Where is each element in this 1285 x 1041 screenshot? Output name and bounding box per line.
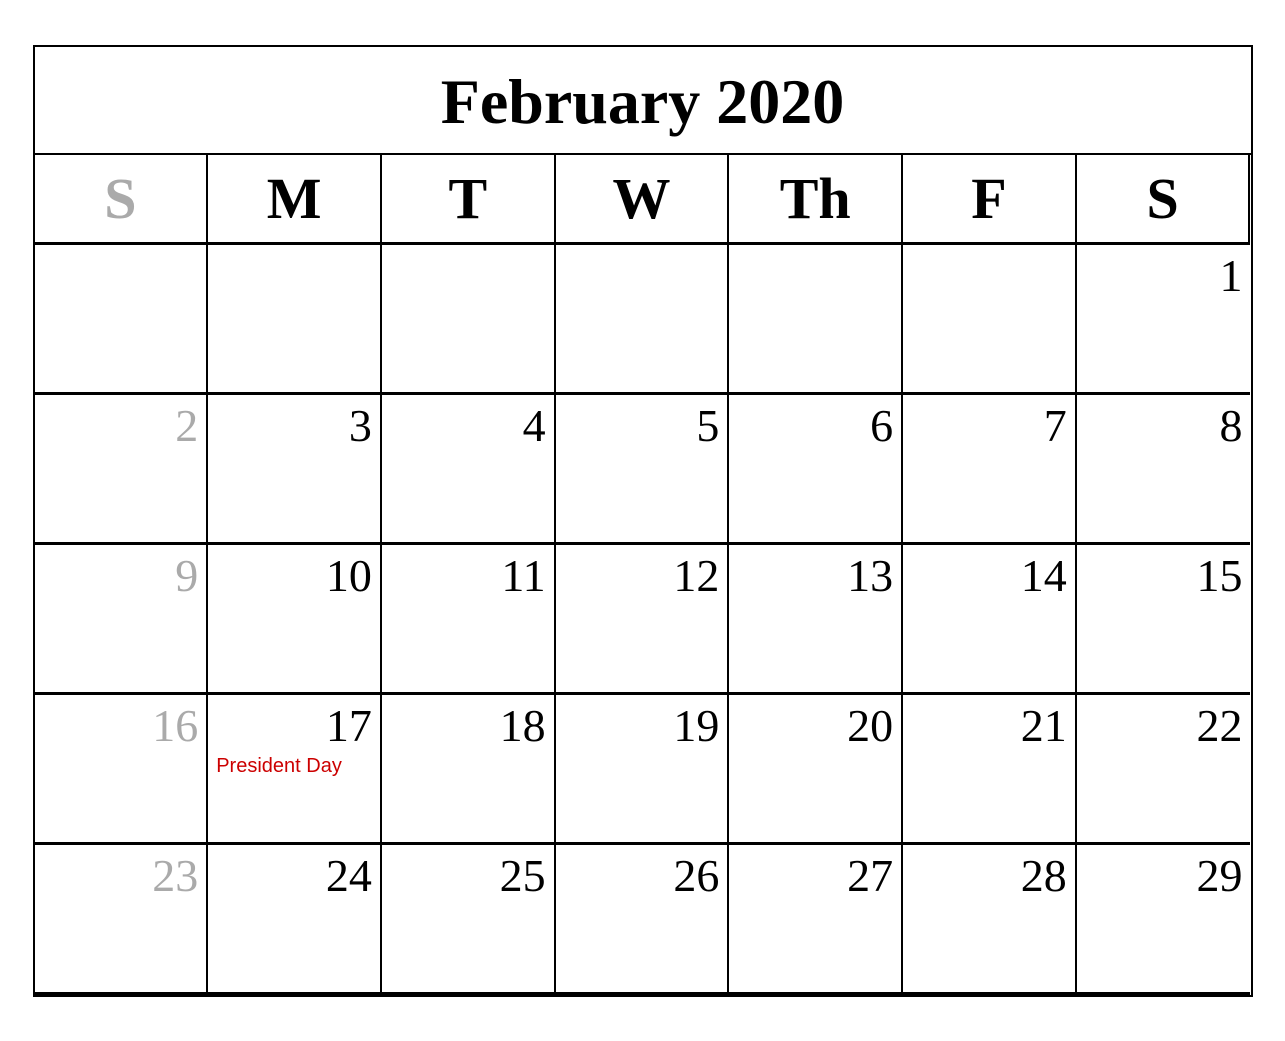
president-day-event: President Day: [216, 755, 372, 778]
header-wednesday: W: [556, 155, 730, 245]
day-number: 5: [564, 401, 720, 452]
day-cell-5[interactable]: 5: [556, 395, 730, 545]
day-number: 17: [216, 701, 372, 752]
day-number: 24: [216, 851, 372, 902]
day-cell[interactable]: [382, 245, 556, 395]
day-number: 20: [737, 701, 893, 752]
day-number: 26: [564, 851, 720, 902]
day-number: 27: [737, 851, 893, 902]
day-cell-23[interactable]: 23: [35, 845, 209, 995]
day-number: 23: [43, 851, 199, 902]
day-cell-16[interactable]: 16: [35, 695, 209, 845]
day-number: 10: [216, 551, 372, 602]
day-cell-15[interactable]: 15: [1077, 545, 1251, 695]
day-cell-22[interactable]: 22: [1077, 695, 1251, 845]
day-cell[interactable]: [208, 245, 382, 395]
day-cell-28[interactable]: 28: [903, 845, 1077, 995]
day-cell-21[interactable]: 21: [903, 695, 1077, 845]
day-number: 19: [564, 701, 720, 752]
day-number: 1: [1085, 251, 1243, 302]
day-cell-13[interactable]: 13: [729, 545, 903, 695]
day-cell-25[interactable]: 25: [382, 845, 556, 995]
day-number: 8: [1085, 401, 1243, 452]
day-cell-17[interactable]: 17 President Day: [208, 695, 382, 845]
day-number: 6: [737, 401, 893, 452]
day-cell-20[interactable]: 20: [729, 695, 903, 845]
day-cell-29[interactable]: 29: [1077, 845, 1251, 995]
day-cell-10[interactable]: 10: [208, 545, 382, 695]
day-number: 4: [390, 401, 546, 452]
day-number: 22: [1085, 701, 1243, 752]
calendar: February 2020 S M T W Th F S 1 2 3 4 5 6…: [33, 45, 1253, 997]
day-number: 28: [911, 851, 1067, 902]
day-cell-4[interactable]: 4: [382, 395, 556, 545]
header-sunday: S: [35, 155, 209, 245]
calendar-title: February 2020: [35, 47, 1251, 155]
day-number: 11: [390, 551, 546, 602]
day-cell-14[interactable]: 14: [903, 545, 1077, 695]
day-number: 14: [911, 551, 1067, 602]
day-number: 9: [43, 551, 199, 602]
day-cell-24[interactable]: 24: [208, 845, 382, 995]
day-cell-1[interactable]: 1: [1077, 245, 1251, 395]
day-number: 15: [1085, 551, 1243, 602]
day-number: 13: [737, 551, 893, 602]
day-number: 21: [911, 701, 1067, 752]
day-cell-18[interactable]: 18: [382, 695, 556, 845]
day-number: 3: [216, 401, 372, 452]
day-cell-7[interactable]: 7: [903, 395, 1077, 545]
day-cell-2[interactable]: 2: [35, 395, 209, 545]
day-cell-9[interactable]: 9: [35, 545, 209, 695]
day-cell-3[interactable]: 3: [208, 395, 382, 545]
day-cell[interactable]: [35, 245, 209, 395]
day-cell[interactable]: [729, 245, 903, 395]
day-cell-6[interactable]: 6: [729, 395, 903, 545]
day-cell-19[interactable]: 19: [556, 695, 730, 845]
header-saturday: S: [1077, 155, 1251, 245]
day-number: 29: [1085, 851, 1243, 902]
day-number: 18: [390, 701, 546, 752]
day-cell[interactable]: [556, 245, 730, 395]
header-friday: F: [903, 155, 1077, 245]
day-cell[interactable]: [903, 245, 1077, 395]
day-cell-26[interactable]: 26: [556, 845, 730, 995]
day-cell-27[interactable]: 27: [729, 845, 903, 995]
header-tuesday: T: [382, 155, 556, 245]
calendar-grid: S M T W Th F S 1 2 3 4 5 6 7 8 9 10 11 1…: [35, 155, 1251, 995]
day-cell-8[interactable]: 8: [1077, 395, 1251, 545]
day-number: 12: [564, 551, 720, 602]
day-cell-11[interactable]: 11: [382, 545, 556, 695]
header-thursday: Th: [729, 155, 903, 245]
day-number: 16: [43, 701, 199, 752]
header-monday: M: [208, 155, 382, 245]
day-number: 25: [390, 851, 546, 902]
day-cell-12[interactable]: 12: [556, 545, 730, 695]
day-number: 7: [911, 401, 1067, 452]
day-number: 2: [43, 401, 199, 452]
